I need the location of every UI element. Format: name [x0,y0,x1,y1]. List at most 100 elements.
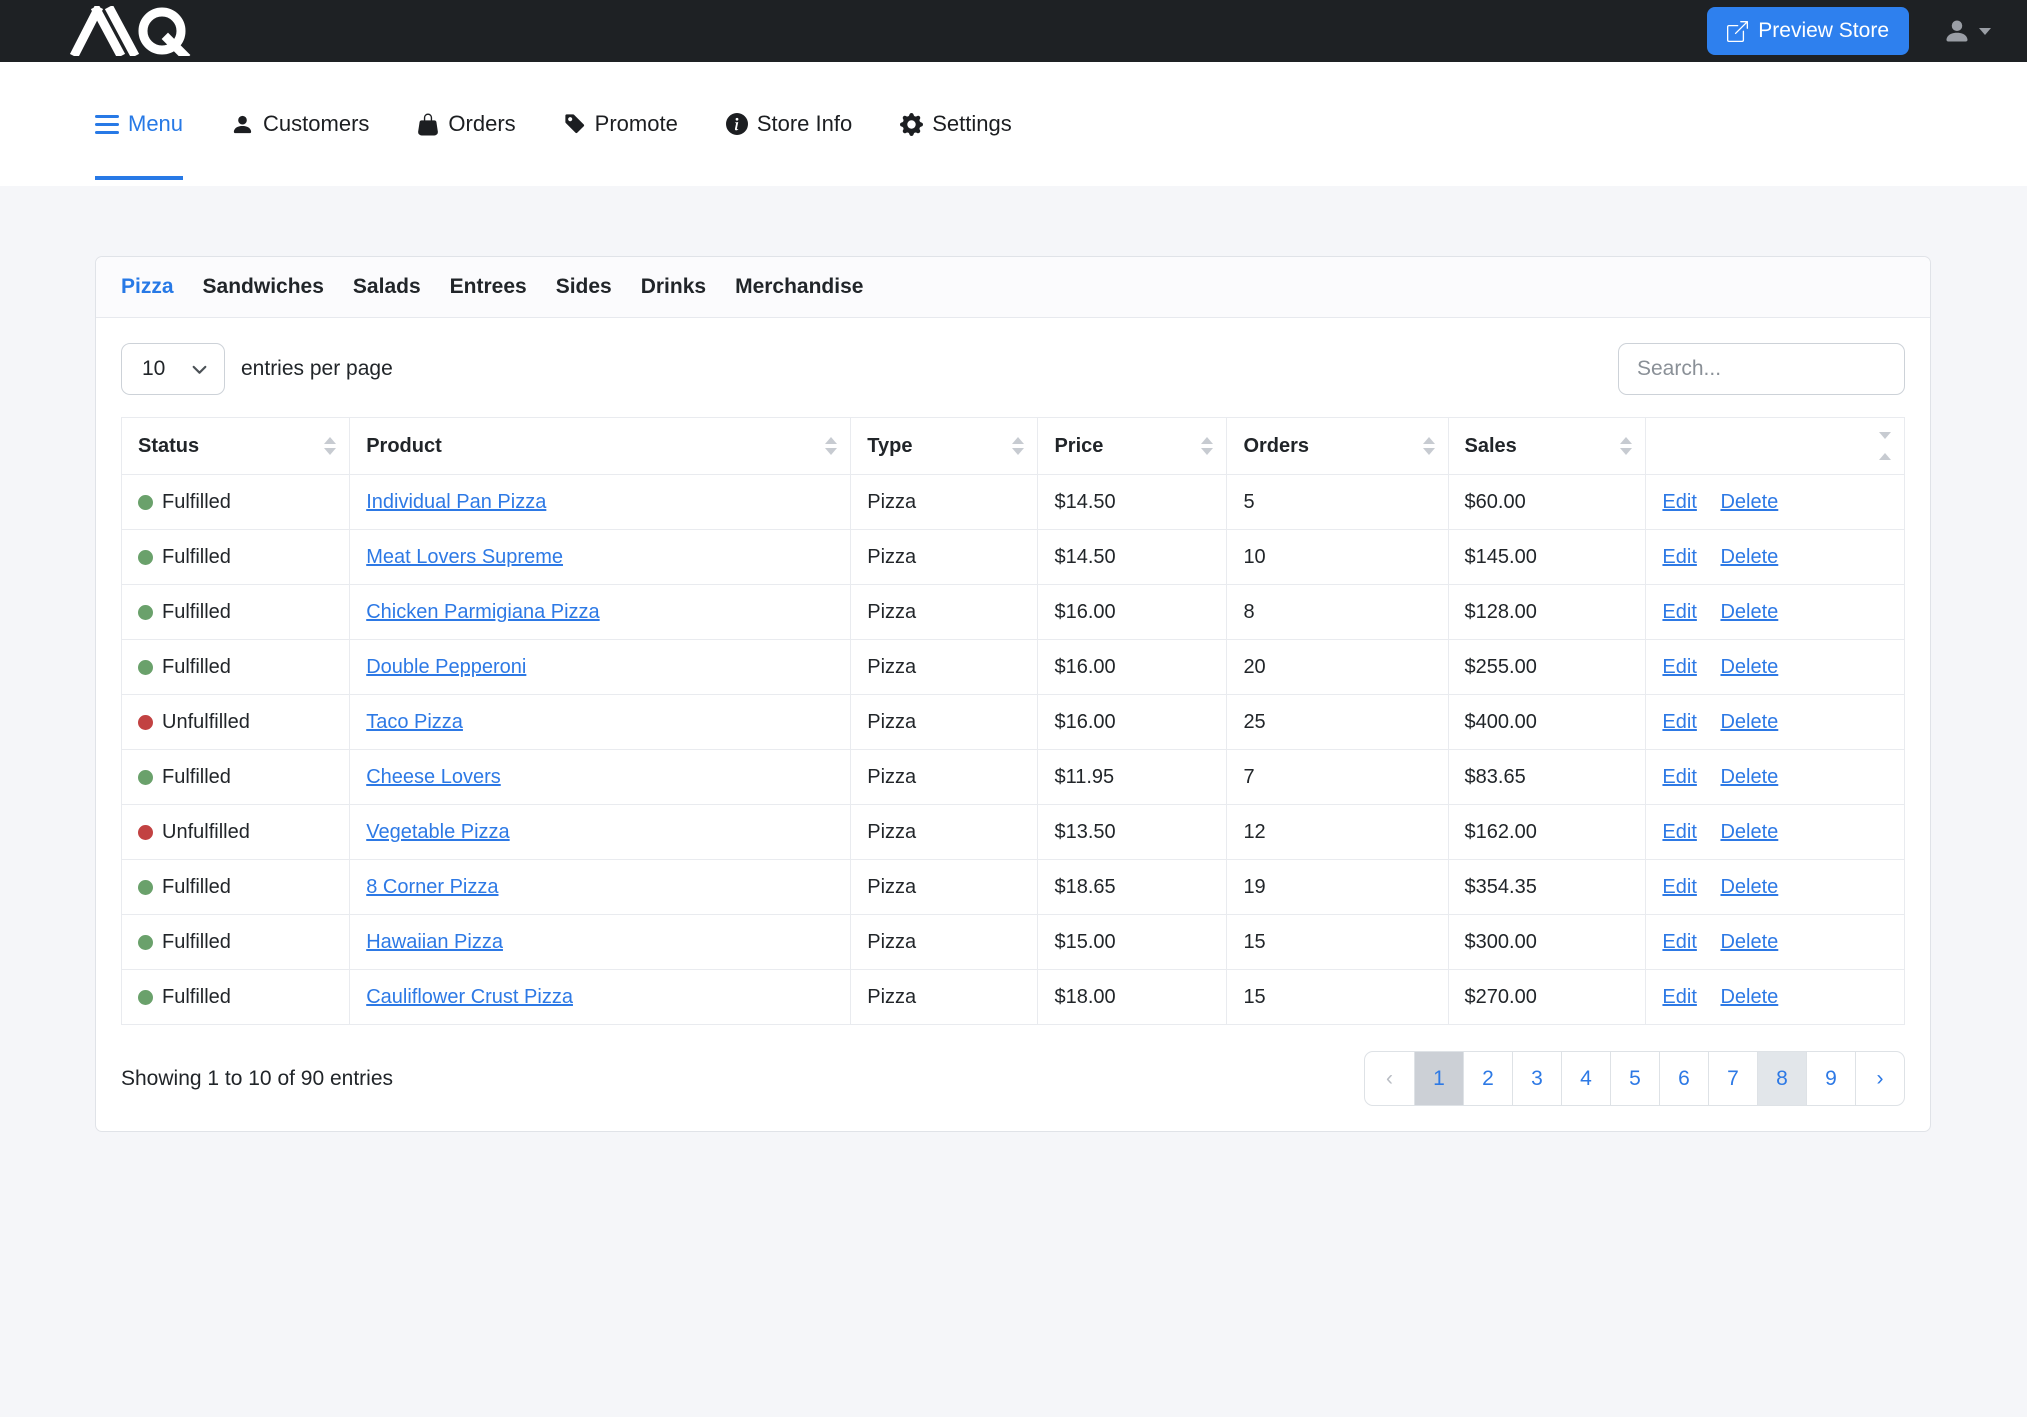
nav-item-customers[interactable]: Customers [231,62,369,186]
delete-link[interactable]: Delete [1720,711,1778,733]
info-circle-icon [726,113,748,135]
nav-item-menu[interactable]: Menu [95,62,183,186]
edit-link[interactable]: Edit [1662,821,1696,843]
product-cell: Double Pepperoni [350,640,851,695]
status-dot-icon [138,935,153,950]
pagination-page-4[interactable]: 4 [1561,1052,1610,1105]
pagination-page-6[interactable]: 6 [1659,1052,1708,1105]
actions-cell: Edit Delete [1646,970,1905,1025]
actions-cell: Edit Delete [1646,915,1905,970]
tab-drinks[interactable]: Drinks [641,275,706,299]
column-header-orders[interactable]: Orders [1227,418,1448,475]
actions-cell: Edit Delete [1646,695,1905,750]
edit-link[interactable]: Edit [1662,931,1696,953]
tab-entrees[interactable]: Entrees [450,275,527,299]
sales-value: $128.00 [1465,601,1537,623]
preview-store-button[interactable]: Preview Store [1707,7,1909,55]
tab-merchandise[interactable]: Merchandise [735,275,863,299]
tab-salads[interactable]: Salads [353,275,421,299]
edit-link[interactable]: Edit [1662,491,1696,513]
pagination-prev-button[interactable]: ‹ [1365,1052,1414,1105]
product-link[interactable]: Vegetable Pizza [366,821,509,843]
orders-value: 25 [1243,711,1265,733]
product-link[interactable]: Individual Pan Pizza [366,491,546,513]
brand-logo[interactable] [70,0,202,62]
tab-sandwiches[interactable]: Sandwiches [203,275,324,299]
nav-item-promote[interactable]: Promote [564,62,678,186]
orders-cell: 10 [1227,530,1448,585]
person-icon [231,113,254,136]
actions-cell: Edit Delete [1646,475,1905,530]
pagination-page-3[interactable]: 3 [1512,1052,1561,1105]
price-cell: $16.00 [1038,585,1227,640]
delete-link[interactable]: Delete [1720,931,1778,953]
sort-icon [825,437,837,455]
orders-cell: 5 [1227,475,1448,530]
edit-link[interactable]: Edit [1662,711,1696,733]
product-link[interactable]: Cauliflower Crust Pizza [366,986,573,1008]
sales-cell: $83.65 [1448,750,1646,805]
pagination-page-8[interactable]: 8 [1757,1052,1806,1105]
edit-link[interactable]: Edit [1662,601,1696,623]
type-cell: Pizza [851,585,1038,640]
edit-link[interactable]: Edit [1662,766,1696,788]
delete-link[interactable]: Delete [1720,491,1778,513]
price-value: $16.00 [1054,601,1115,623]
delete-link[interactable]: Delete [1720,656,1778,678]
product-link[interactable]: Hawaiian Pizza [366,931,503,953]
sales-value: $255.00 [1465,656,1537,678]
product-link[interactable]: Meat Lovers Supreme [366,546,563,568]
nav-item-orders[interactable]: Orders [417,62,515,186]
tab-sides[interactable]: Sides [556,275,612,299]
orders-value: 20 [1243,656,1265,678]
edit-link[interactable]: Edit [1662,656,1696,678]
product-cell: 8 Corner Pizza [350,860,851,915]
nav-item-settings[interactable]: Settings [900,62,1012,186]
pagination-page-9[interactable]: 9 [1806,1052,1855,1105]
type-value: Pizza [867,491,916,513]
product-link[interactable]: Double Pepperoni [366,656,526,678]
account-menu[interactable] [1943,17,1991,45]
sales-value: $300.00 [1465,931,1537,953]
delete-link[interactable]: Delete [1720,601,1778,623]
sort-icon [1201,437,1213,455]
edit-link[interactable]: Edit [1662,986,1696,1008]
column-header-product[interactable]: Product [350,418,851,475]
column-header-status[interactable]: Status [122,418,350,475]
pagination-next-button[interactable]: › [1855,1052,1904,1105]
pagination-page-2[interactable]: 2 [1463,1052,1512,1105]
product-link[interactable]: Taco Pizza [366,711,463,733]
column-header-type[interactable]: Type [851,418,1038,475]
price-value: $16.00 [1054,711,1115,733]
sales-cell: $300.00 [1448,915,1646,970]
product-link[interactable]: Chicken Parmigiana Pizza [366,601,599,623]
actions-cell: Edit Delete [1646,585,1905,640]
product-link[interactable]: Cheese Lovers [366,766,501,788]
column-header-sales[interactable]: Sales [1448,418,1646,475]
edit-link[interactable]: Edit [1662,876,1696,898]
price-value: $18.65 [1054,876,1115,898]
column-header-actions[interactable] [1646,418,1905,475]
type-cell: Pizza [851,475,1038,530]
table-row: Fulfilled Hawaiian Pizza Pizza $15.00 15… [122,915,1905,970]
product-link[interactable]: 8 Corner Pizza [366,876,498,898]
search-input[interactable] [1618,343,1905,395]
column-header-price[interactable]: Price [1038,418,1227,475]
status-dot-icon [138,550,153,565]
pagination-page-7[interactable]: 7 [1708,1052,1757,1105]
actions-cell: Edit Delete [1646,860,1905,915]
delete-link[interactable]: Delete [1720,766,1778,788]
delete-link[interactable]: Delete [1720,821,1778,843]
pagination-page-5[interactable]: 5 [1610,1052,1659,1105]
edit-link[interactable]: Edit [1662,546,1696,568]
delete-link[interactable]: Delete [1720,546,1778,568]
entries-per-page-select[interactable]: 10 [121,343,225,395]
delete-link[interactable]: Delete [1720,876,1778,898]
delete-link[interactable]: Delete [1720,986,1778,1008]
nav-item-store-info[interactable]: Store Info [726,62,852,186]
table-row: Fulfilled Double Pepperoni Pizza $16.00 … [122,640,1905,695]
tab-pizza[interactable]: Pizza [121,275,174,299]
actions-cell: Edit Delete [1646,530,1905,585]
status-label: Fulfilled [162,491,231,514]
pagination-page-1[interactable]: 1 [1414,1052,1463,1105]
